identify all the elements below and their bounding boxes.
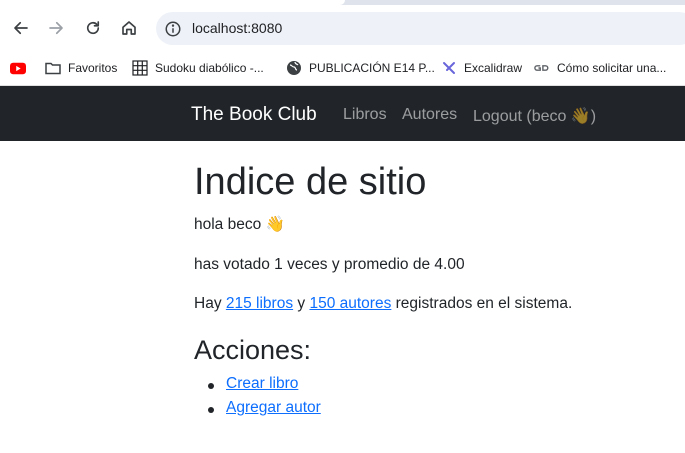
bookmark-favoritos[interactable]: Favoritos [45,59,117,77]
bullet [208,407,214,413]
bookmark-publicacion[interactable]: PUBLICACIÓN E14 P... [286,59,435,77]
arrow-right-icon [49,21,63,35]
forward-button[interactable] [42,14,70,42]
active-tab[interactable] [0,0,345,5]
back-button[interactable] [7,14,35,42]
nav-link-autores[interactable]: Autores [402,106,457,124]
excalidraw-icon [441,60,457,76]
bookmark-label: PUBLICACIÓN E14 P... [309,61,435,75]
site-navbar: The Book Club Libros Autores Logout (bec… [0,86,685,141]
bookmarks-bar: Favoritos Sudoku diabólico -... PUBLICAC… [0,50,685,86]
nav-link-libros[interactable]: Libros [343,106,387,124]
youtube-icon [10,60,26,76]
bookmark-label: Cómo solicitar una... [557,61,667,75]
folder-icon [45,60,61,76]
actions-list: Crear libro Agregar autor [206,375,321,423]
books-count-link[interactable]: 215 libros [226,295,293,312]
actions-title: Acciones: [194,335,312,365]
grid-icon [132,60,148,76]
bookmark-youtube[interactable] [10,59,33,77]
bookmark-label: Favoritos [68,61,118,75]
bookmark-label: Excalidraw [464,61,523,75]
greeting-text: hola beco 👋 [194,216,285,233]
home-button[interactable] [115,14,143,42]
summary-suffix: registrados en el sistema. [391,295,573,312]
summary-text: Hay 215 libros y 150 autores registrados… [194,295,572,313]
authors-count-link[interactable]: 150 autores [309,295,391,312]
navbar-brand[interactable]: The Book Club [191,104,317,126]
bookmark-excalidraw[interactable]: Excalidraw [441,59,522,77]
arrow-left-icon [14,21,28,35]
reload-button[interactable] [79,14,107,42]
create-book-link[interactable]: Crear libro [226,375,298,392]
list-item: Agregar autor [206,399,321,423]
summary-prefix: Hay [194,295,226,312]
bookmark-label: Sudoku diabólico -... [155,61,264,75]
list-item: Crear libro [206,375,321,399]
add-author-link[interactable]: Agregar autor [226,399,321,416]
site-info-icon[interactable] [164,20,182,38]
gd-icon [534,60,550,76]
summary-middle: y [293,295,310,312]
nav-link-logout[interactable]: Logout (beco 👋) [473,106,596,126]
browser-toolbar: localhost:8080 [0,0,685,50]
bookmark-sudoku[interactable]: Sudoku diabólico -... [132,59,264,77]
address-bar[interactable]: localhost:8080 [156,12,685,45]
url-text[interactable]: localhost:8080 [192,20,282,36]
home-icon [122,21,136,35]
bullet [208,383,214,389]
bookmark-como-solicitar[interactable]: Cómo solicitar una... [534,59,666,77]
tab-strip [0,0,685,5]
globe-icon [286,60,302,76]
page-title: Indice de sitio [194,161,427,203]
votes-text: has votado 1 veces y promedio de 4.00 [194,256,465,273]
reload-icon [86,21,100,35]
